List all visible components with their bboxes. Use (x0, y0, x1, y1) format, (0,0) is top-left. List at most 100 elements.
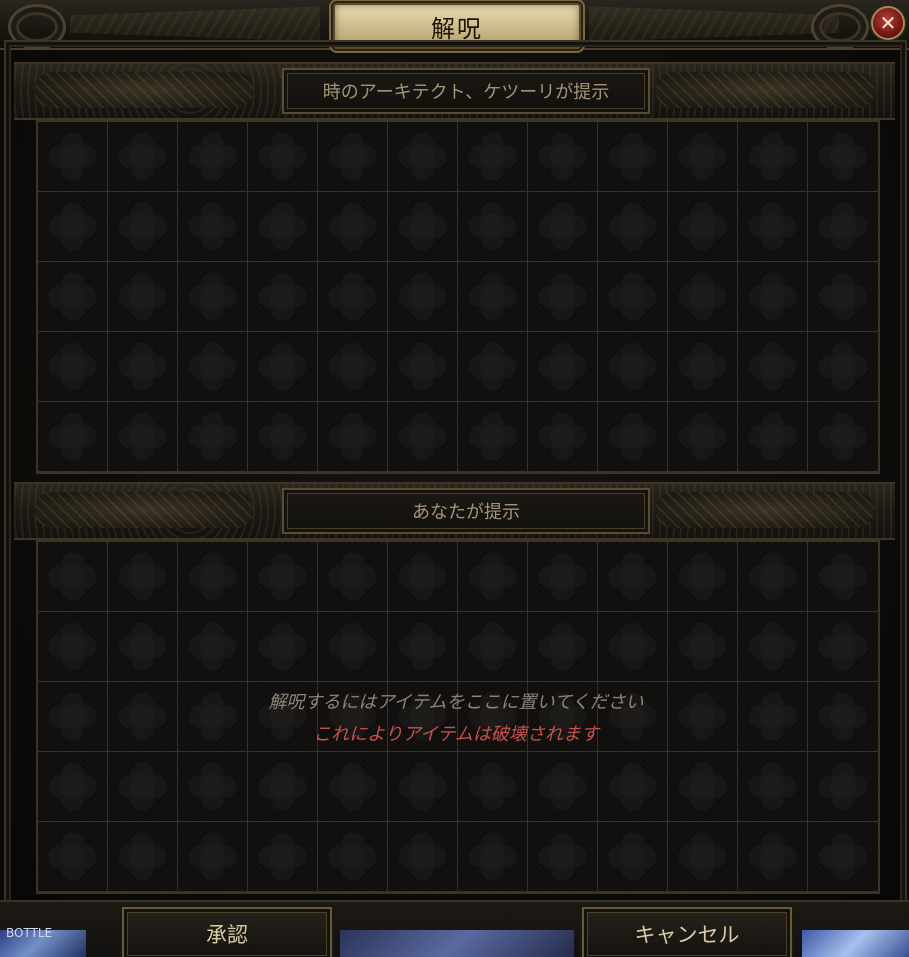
inventory-slot[interactable] (808, 402, 878, 472)
inventory-slot[interactable] (598, 192, 668, 262)
inventory-slot[interactable] (598, 822, 668, 892)
accept-button[interactable]: 承認 (122, 907, 332, 957)
inventory-slot[interactable] (598, 542, 668, 612)
inventory-slot[interactable] (318, 122, 388, 192)
inventory-slot[interactable] (808, 542, 878, 612)
inventory-slot[interactable] (598, 122, 668, 192)
inventory-slot[interactable] (598, 262, 668, 332)
inventory-slot[interactable] (528, 332, 598, 402)
inventory-slot[interactable] (668, 542, 738, 612)
inventory-slot[interactable] (38, 402, 108, 472)
inventory-slot[interactable] (668, 752, 738, 822)
inventory-slot[interactable] (458, 262, 528, 332)
inventory-slot[interactable] (668, 332, 738, 402)
inventory-slot[interactable] (458, 122, 528, 192)
inventory-slot[interactable] (108, 542, 178, 612)
inventory-slot[interactable] (38, 822, 108, 892)
npc-offer-grid[interactable] (36, 120, 880, 474)
inventory-slot[interactable] (178, 402, 248, 472)
inventory-slot[interactable] (38, 262, 108, 332)
inventory-slot[interactable] (668, 192, 738, 262)
inventory-slot[interactable] (38, 682, 108, 752)
inventory-slot[interactable] (108, 752, 178, 822)
inventory-slot[interactable] (388, 192, 458, 262)
inventory-slot[interactable] (178, 122, 248, 192)
inventory-slot[interactable] (388, 682, 458, 752)
inventory-slot[interactable] (528, 122, 598, 192)
inventory-slot[interactable] (318, 402, 388, 472)
inventory-slot[interactable] (178, 192, 248, 262)
inventory-slot[interactable] (738, 332, 808, 402)
inventory-slot[interactable] (248, 612, 318, 682)
inventory-slot[interactable] (38, 612, 108, 682)
inventory-slot[interactable] (458, 822, 528, 892)
inventory-slot[interactable] (178, 332, 248, 402)
inventory-slot[interactable] (388, 542, 458, 612)
inventory-slot[interactable] (248, 192, 318, 262)
close-button[interactable]: ✕ (871, 6, 905, 40)
inventory-slot[interactable] (388, 402, 458, 472)
inventory-slot[interactable] (388, 332, 458, 402)
inventory-slot[interactable] (808, 822, 878, 892)
inventory-slot[interactable] (38, 542, 108, 612)
inventory-slot[interactable] (808, 262, 878, 332)
inventory-slot[interactable] (38, 752, 108, 822)
inventory-slot[interactable] (458, 682, 528, 752)
inventory-slot[interactable] (738, 612, 808, 682)
inventory-slot[interactable] (738, 262, 808, 332)
inventory-slot[interactable] (528, 262, 598, 332)
inventory-slot[interactable] (668, 402, 738, 472)
inventory-slot[interactable] (598, 332, 668, 402)
inventory-slot[interactable] (318, 192, 388, 262)
inventory-slot[interactable] (318, 542, 388, 612)
inventory-slot[interactable] (808, 682, 878, 752)
inventory-slot[interactable] (108, 262, 178, 332)
inventory-slot[interactable] (38, 332, 108, 402)
inventory-slot[interactable] (248, 262, 318, 332)
inventory-slot[interactable] (738, 122, 808, 192)
inventory-slot[interactable] (388, 262, 458, 332)
inventory-slot[interactable] (458, 542, 528, 612)
inventory-slot[interactable] (528, 682, 598, 752)
inventory-slot[interactable] (248, 682, 318, 752)
inventory-slot[interactable] (668, 682, 738, 752)
inventory-slot[interactable] (668, 822, 738, 892)
inventory-slot[interactable] (178, 822, 248, 892)
inventory-slot[interactable] (738, 192, 808, 262)
inventory-slot[interactable] (248, 752, 318, 822)
inventory-slot[interactable] (108, 822, 178, 892)
inventory-slot[interactable] (248, 542, 318, 612)
inventory-slot[interactable] (38, 122, 108, 192)
inventory-slot[interactable] (178, 542, 248, 612)
inventory-slot[interactable] (598, 612, 668, 682)
inventory-slot[interactable] (598, 402, 668, 472)
inventory-slot[interactable] (108, 332, 178, 402)
inventory-slot[interactable] (318, 752, 388, 822)
player-offer-grid[interactable] (36, 540, 880, 894)
inventory-slot[interactable] (108, 402, 178, 472)
inventory-slot[interactable] (598, 682, 668, 752)
inventory-slot[interactable] (108, 122, 178, 192)
inventory-slot[interactable] (178, 262, 248, 332)
inventory-slot[interactable] (668, 262, 738, 332)
inventory-slot[interactable] (388, 122, 458, 192)
inventory-slot[interactable] (178, 752, 248, 822)
inventory-slot[interactable] (738, 822, 808, 892)
inventory-slot[interactable] (528, 822, 598, 892)
inventory-slot[interactable] (458, 332, 528, 402)
inventory-slot[interactable] (808, 612, 878, 682)
inventory-slot[interactable] (528, 402, 598, 472)
inventory-slot[interactable] (388, 752, 458, 822)
inventory-slot[interactable] (738, 402, 808, 472)
inventory-slot[interactable] (808, 332, 878, 402)
inventory-slot[interactable] (248, 402, 318, 472)
inventory-slot[interactable] (808, 752, 878, 822)
inventory-slot[interactable] (738, 542, 808, 612)
inventory-slot[interactable] (178, 612, 248, 682)
inventory-slot[interactable] (388, 822, 458, 892)
inventory-slot[interactable] (388, 612, 458, 682)
inventory-slot[interactable] (528, 612, 598, 682)
inventory-slot[interactable] (108, 612, 178, 682)
inventory-slot[interactable] (248, 822, 318, 892)
inventory-slot[interactable] (318, 682, 388, 752)
